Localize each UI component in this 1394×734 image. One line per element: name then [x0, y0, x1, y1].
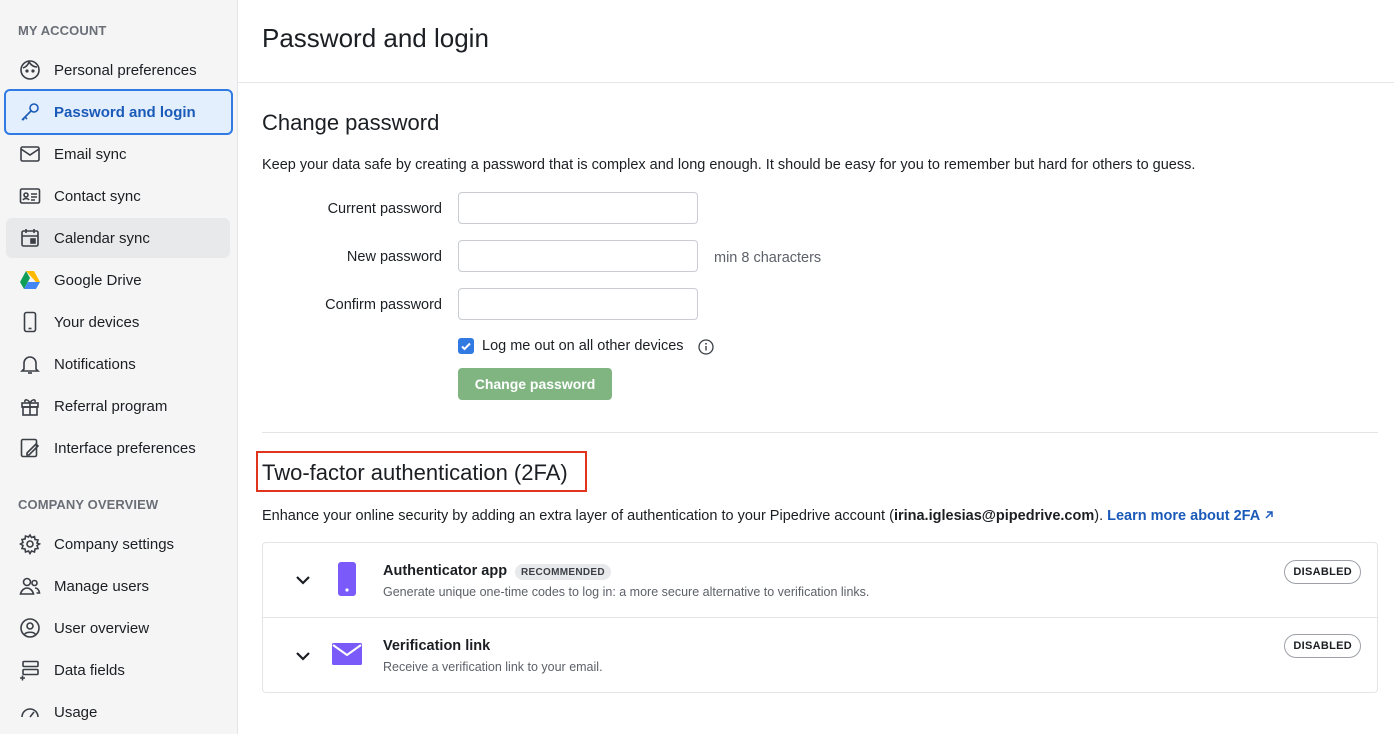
sidebar-item-email-sync[interactable]: Email sync	[6, 134, 230, 174]
face-icon	[18, 58, 42, 82]
sidebar-item-user-overview[interactable]: User overview	[6, 608, 230, 648]
checkmark-icon	[461, 342, 471, 351]
calendar-icon	[18, 226, 42, 250]
change-password-description: Keep your data safe by creating a passwo…	[262, 157, 1196, 173]
two-factor-heading: Two-factor authentication (2FA)	[262, 460, 568, 485]
method-title: Verification link	[383, 638, 491, 654]
gear-icon	[18, 532, 42, 556]
mail-icon	[332, 643, 362, 665]
sidebar-item-company-settings[interactable]: Company settings	[6, 524, 230, 564]
new-password-input[interactable]	[458, 240, 698, 272]
info-icon[interactable]	[698, 339, 714, 355]
users-icon	[18, 574, 42, 598]
account-email: irina.iglesias@pipedrive.com	[893, 508, 1095, 524]
sidebar-item-notifications[interactable]: Notifications	[6, 344, 230, 384]
envelope-icon	[18, 142, 42, 166]
sidebar-item-label: Contact sync	[54, 187, 141, 205]
contact-card-icon	[18, 184, 42, 208]
smartphone-icon	[338, 562, 356, 596]
chevron-down-icon[interactable]	[293, 646, 313, 666]
learn-more-2fa-link[interactable]: Learn more about 2FA	[1107, 508, 1274, 524]
sidebar-item-data-fields[interactable]: Data fields	[6, 650, 230, 690]
change-password-heading: Change password	[262, 110, 440, 135]
method-authenticator-app[interactable]: Authenticator app RECOMMENDED Generate u…	[263, 543, 1377, 618]
status-badge: DISABLED	[1284, 560, 1361, 584]
sidebar-item-label: Google Drive	[54, 271, 142, 289]
logout-all-devices-checkbox[interactable]	[458, 338, 474, 354]
sidebar-item-usage[interactable]: Usage	[6, 692, 230, 732]
title-divider	[238, 82, 1394, 83]
main-content: Password and login Change password Keep …	[238, 0, 1394, 734]
method-subtitle: Generate unique one-time codes to log in…	[383, 585, 870, 599]
sidebar-item-password-and-login[interactable]: Password and login	[4, 89, 233, 135]
bell-icon	[18, 352, 42, 376]
settings-sidebar: MY ACCOUNT Personal preferences Password…	[0, 0, 238, 734]
sidebar-item-label: Data fields	[54, 661, 125, 679]
sidebar-item-manage-users[interactable]: Manage users	[6, 566, 230, 606]
sidebar-item-label: Calendar sync	[54, 229, 150, 247]
sidebar-item-label: Referral program	[54, 397, 168, 415]
google-drive-icon	[18, 268, 42, 292]
method-verification-link[interactable]: Verification link Receive a verification…	[263, 618, 1377, 693]
status-badge: DISABLED	[1284, 634, 1361, 658]
recommended-badge: RECOMMENDED	[515, 564, 611, 580]
sidebar-item-label: Company settings	[54, 535, 175, 553]
change-password-button[interactable]: Change password	[458, 368, 612, 400]
two-factor-methods-list: Authenticator app RECOMMENDED Generate u…	[262, 542, 1378, 693]
sidebar-item-label: Password and login	[54, 103, 196, 121]
confirm-password-input[interactable]	[458, 288, 698, 320]
sidebar-item-label: Personal preferences	[54, 61, 197, 79]
two-factor-description-prefix: Enhance your online security by adding a…	[262, 508, 894, 524]
chevron-down-icon[interactable]	[293, 570, 313, 590]
external-link-icon	[1265, 511, 1273, 519]
user-circle-icon	[18, 616, 42, 640]
current-password-input[interactable]	[458, 192, 698, 224]
method-subtitle: Receive a verification link to your emai…	[383, 660, 603, 674]
interface-edit-icon	[18, 436, 42, 460]
sidebar-item-your-devices[interactable]: Your devices	[6, 302, 230, 342]
two-factor-description: Enhance your online security by adding a…	[262, 508, 1274, 524]
two-factor-description-suffix: ).	[1094, 508, 1104, 524]
section-divider	[262, 432, 1378, 433]
sidebar-item-calendar-sync[interactable]: Calendar sync	[6, 218, 230, 258]
phone-icon	[18, 310, 42, 334]
new-password-hint: min 8 characters	[714, 250, 822, 266]
sidebar-item-referral-program[interactable]: Referral program	[6, 386, 230, 426]
key-icon	[18, 100, 42, 124]
learn-more-label: Learn more about 2FA	[1107, 508, 1260, 524]
sidebar-item-label: Manage users	[54, 577, 150, 595]
sidebar-item-label: Your devices	[54, 313, 140, 331]
page-title: Password and login	[262, 23, 489, 53]
sidebar-item-label: Interface preferences	[54, 439, 196, 457]
sidebar-item-personal-preferences[interactable]: Personal preferences	[6, 50, 230, 90]
method-title: Authenticator app	[383, 563, 508, 579]
sidebar-item-label: Notifications	[54, 355, 136, 373]
company-overview-heading: COMPANY OVERVIEW	[18, 497, 159, 512]
logout-all-devices-label[interactable]: Log me out on all other devices	[482, 338, 684, 354]
data-fields-icon	[18, 658, 42, 682]
my-account-heading: MY ACCOUNT	[18, 23, 107, 38]
gift-icon	[18, 394, 42, 418]
sidebar-item-label: Email sync	[54, 145, 127, 163]
current-password-label: Current password	[327, 201, 442, 217]
sidebar-item-contact-sync[interactable]: Contact sync	[6, 176, 230, 216]
sidebar-item-label: User overview	[54, 619, 150, 637]
confirm-password-label: Confirm password	[325, 297, 442, 313]
sidebar-item-label: Usage	[54, 703, 98, 721]
sidebar-item-google-drive[interactable]: Google Drive	[6, 260, 230, 300]
new-password-label: New password	[346, 249, 442, 265]
gauge-icon	[18, 700, 42, 724]
sidebar-item-interface-preferences[interactable]: Interface preferences	[6, 428, 230, 468]
